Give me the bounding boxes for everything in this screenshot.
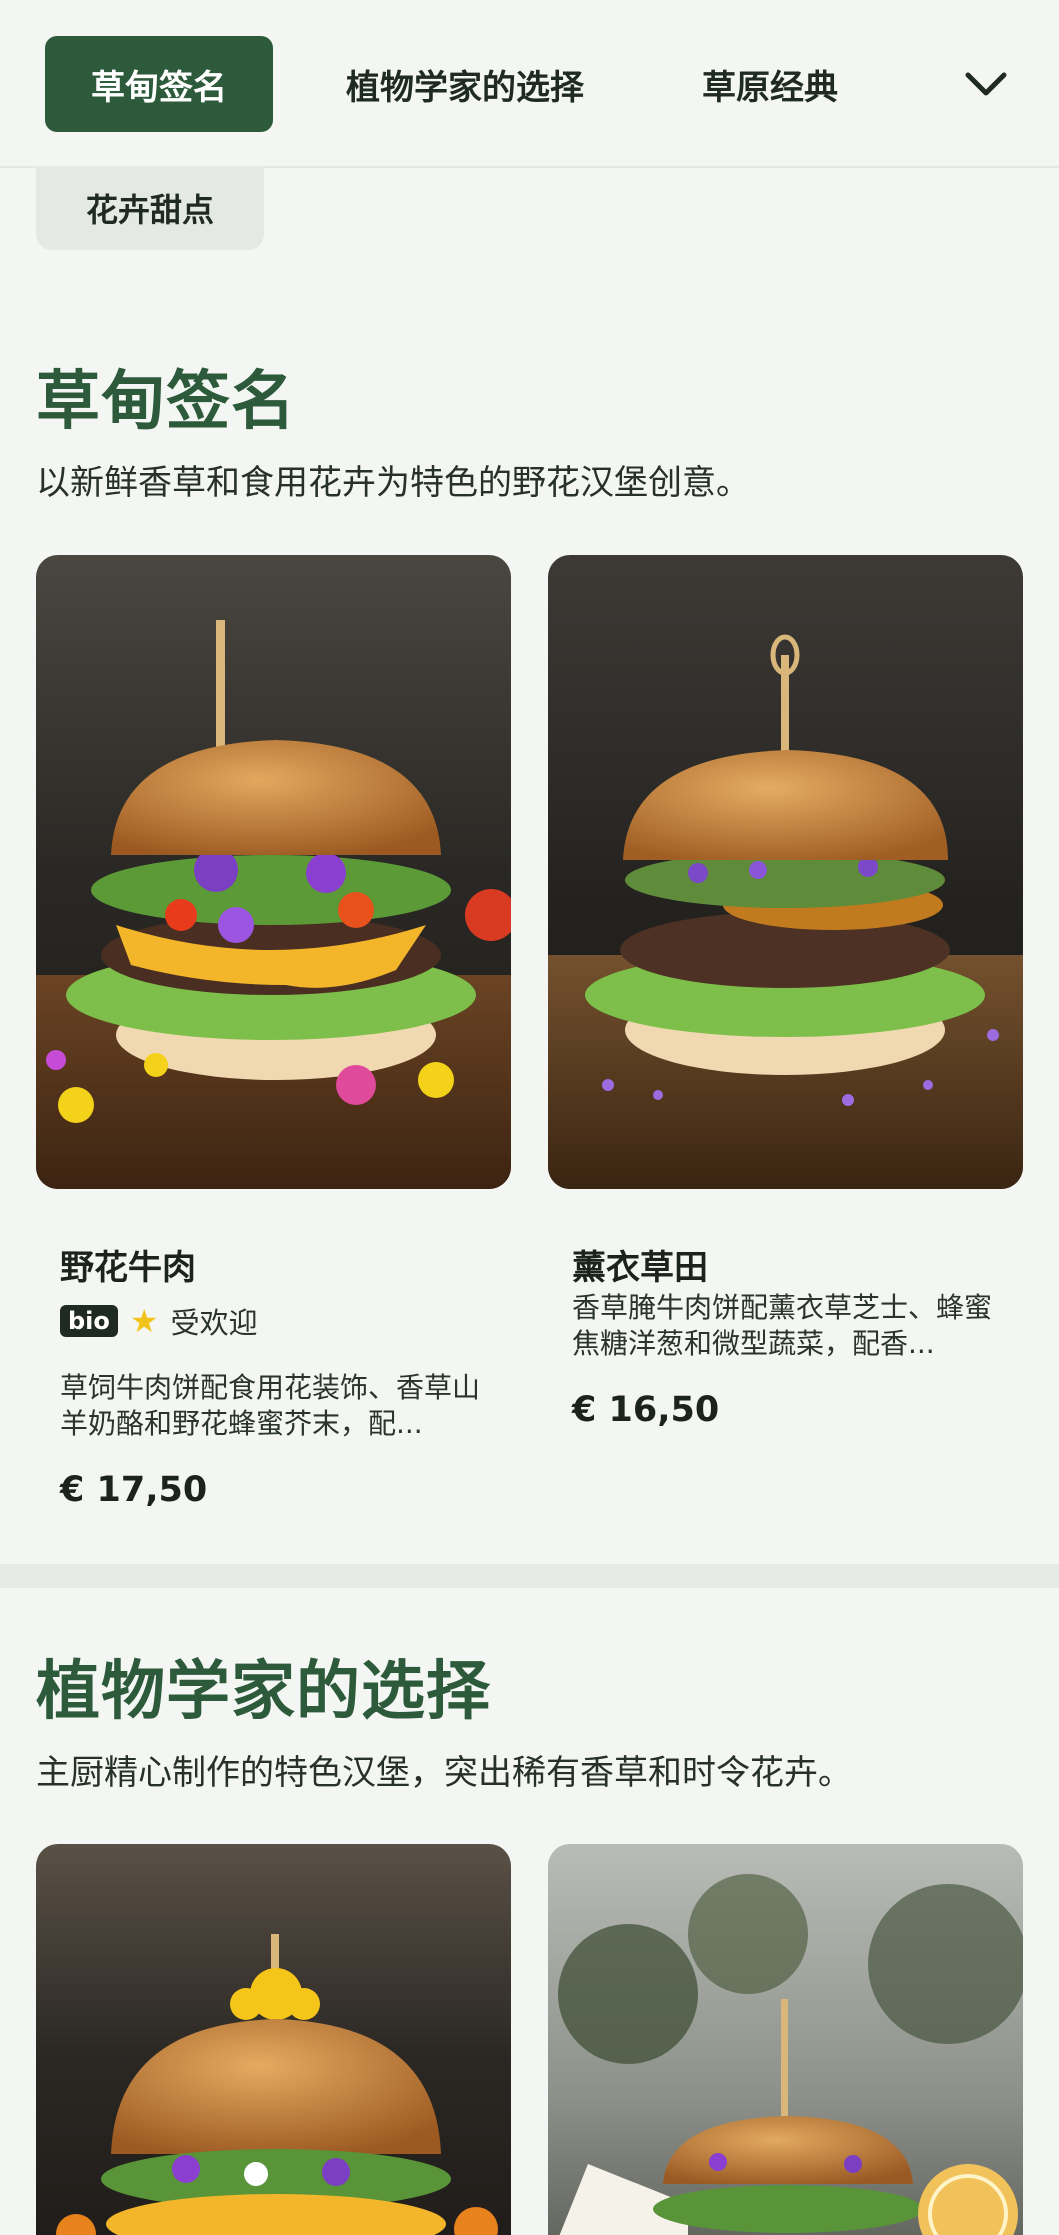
bio-badge: bio <box>60 1305 118 1337</box>
item-description: 草饲牛肉饼配食用花装饰、香草山羊奶酪和野花蜂蜜芥末，配... <box>60 1371 480 1440</box>
category-nav: 草甸签名 植物学家的选择 草原经典 <box>0 0 1059 168</box>
popular-label: 受欢迎 <box>170 1306 258 1340</box>
tab-meadow-signature[interactable]: 草甸签名 <box>45 36 273 132</box>
burger-image[interactable] <box>548 1844 1023 2235</box>
section-title: 植物学家的选择 <box>36 1655 491 1729</box>
section-description: 主厨精心制作的特色汉堡，突出稀有香草和时令花卉。 <box>36 1753 852 1793</box>
item-description: 香草腌牛肉饼配薰衣草芝士、蜂蜜焦糖洋葱和微型蔬菜，配香... <box>572 1291 992 1360</box>
item-name: 薰衣草田 <box>572 1248 708 1288</box>
section-divider <box>0 1564 1059 1588</box>
burger-image-wildflower-beef[interactable] <box>36 555 511 1189</box>
item-price: € 17,50 <box>60 1470 208 1510</box>
section-description: 以新鲜香草和食用花卉为特色的野花汉堡创意。 <box>36 463 750 503</box>
item-badges: bio ★ 受欢迎 <box>60 1300 258 1342</box>
star-icon: ★ <box>129 1302 159 1340</box>
item-price: € 16,50 <box>572 1390 720 1430</box>
section-title: 草甸签名 <box>36 365 296 439</box>
tab-botanist-choice[interactable]: 植物学家的选择 <box>320 36 610 132</box>
tab-floral-desserts[interactable]: 花卉甜点 <box>36 166 264 250</box>
burger-image-lavender-field[interactable] <box>548 555 1023 1189</box>
chevron-down-icon[interactable] <box>960 58 1012 110</box>
item-name: 野花牛肉 <box>60 1248 196 1288</box>
tab-prairie-classics[interactable]: 草原经典 <box>680 36 860 132</box>
burger-image[interactable] <box>36 1844 511 2235</box>
